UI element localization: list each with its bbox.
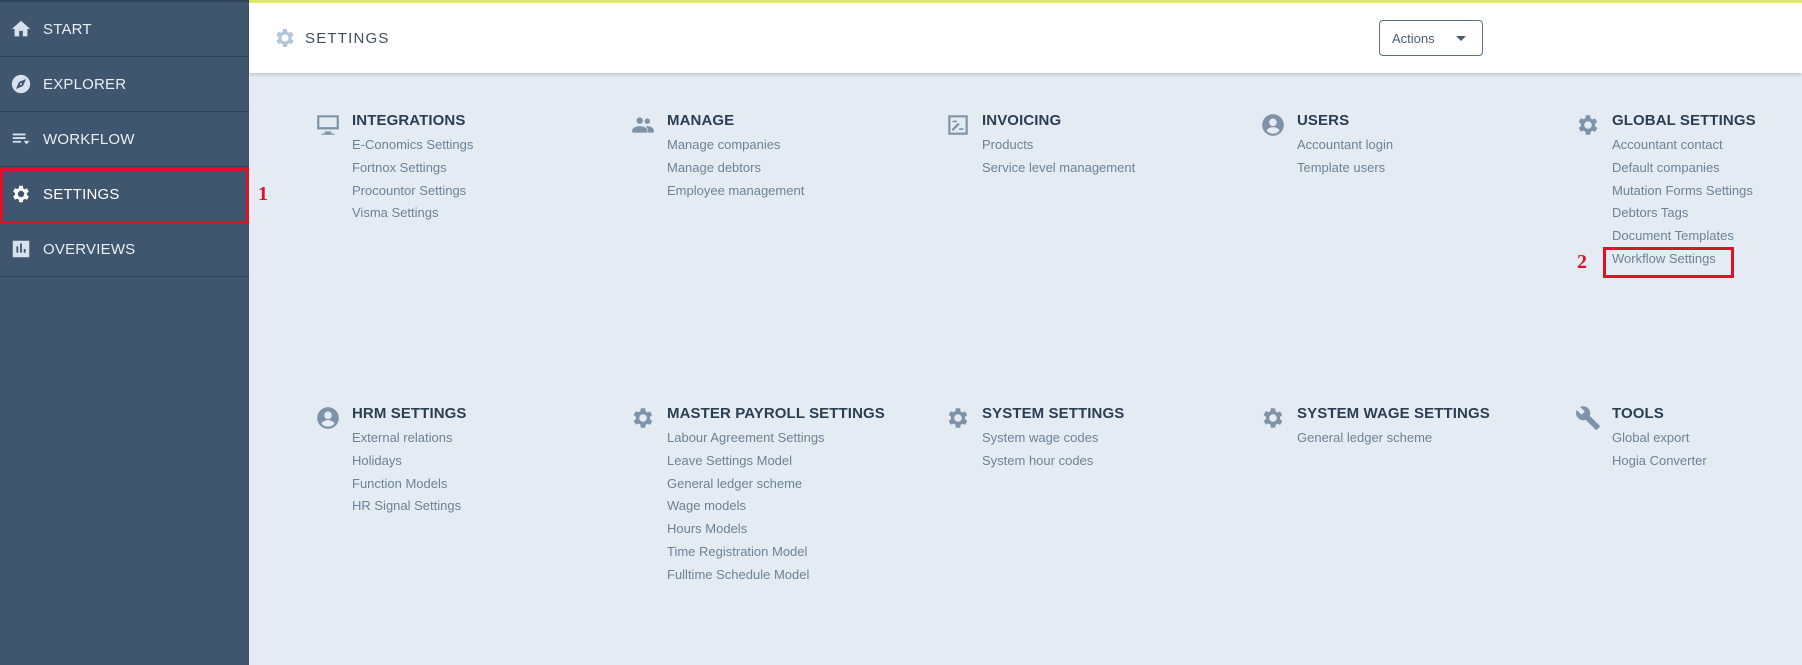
sidebar-item-label: WORKFLOW — [43, 130, 135, 148]
sidebar-item-start[interactable]: START — [0, 2, 249, 57]
link-hours-models[interactable]: Hours Models — [667, 521, 825, 544]
group-title: HRM SETTINGS — [352, 405, 467, 422]
compass-icon — [9, 72, 33, 96]
group-title: SYSTEM SETTINGS — [982, 405, 1125, 422]
link-fortnox-settings[interactable]: Fortnox Settings — [352, 160, 473, 183]
link-leave-settings-model[interactable]: Leave Settings Model — [667, 453, 825, 476]
gear-icon — [629, 404, 657, 432]
link-employee-management[interactable]: Employee management — [667, 183, 804, 206]
sidebar-item-label: SETTINGS — [43, 185, 120, 203]
link-hogia-converter[interactable]: Hogia Converter — [1612, 453, 1707, 476]
group-hrm-settings: HRM SETTINGS External relations Holidays Fu… — [314, 404, 614, 664]
link-system-wage-codes[interactable]: System wage codes — [982, 430, 1098, 453]
group-links: Labour Agreement Settings Leave Settings … — [667, 430, 825, 590]
link-debtors-tags[interactable]: Debtors Tags — [1612, 205, 1753, 228]
sidebar-item-explorer[interactable]: EXPLORER — [0, 57, 249, 112]
link-document-templates[interactable]: Document Templates — [1612, 228, 1753, 251]
page-title-text: SETTINGS — [305, 29, 390, 47]
group-links: Global export Hogia Converter — [1612, 430, 1707, 476]
caret-down-icon — [1456, 36, 1466, 41]
group-users: USERS Accountant login Template users — [1259, 111, 1559, 371]
group-links: Accountant contact Default companies Mutat… — [1612, 137, 1753, 274]
link-global-export[interactable]: Global export — [1612, 430, 1707, 453]
link-visma-settings[interactable]: Visma Settings — [352, 205, 473, 228]
group-title: GLOBAL SETTINGS — [1612, 112, 1756, 129]
link-accountant-contact[interactable]: Accountant contact — [1612, 137, 1753, 160]
chart-icon — [9, 237, 33, 261]
link-manage-debtors[interactable]: Manage debtors — [667, 160, 804, 183]
link-external-relations[interactable]: External relations — [352, 430, 461, 453]
link-fulltime-schedule-model[interactable]: Fulltime Schedule Model — [667, 567, 825, 590]
group-system-wage-settings: SYSTEM WAGE SETTINGS General ledger schem… — [1259, 404, 1559, 664]
link-wage-models[interactable]: Wage models — [667, 498, 825, 521]
gear-icon — [1259, 404, 1287, 432]
group-title: MASTER PAYROLL SETTINGS — [667, 405, 885, 422]
group-title: TOOLS — [1612, 405, 1664, 422]
group-links: System wage codes System hour codes — [982, 430, 1098, 476]
link-general-ledger-scheme[interactable]: General ledger scheme — [667, 476, 825, 499]
home-icon — [9, 17, 33, 41]
page-title: SETTINGS — [273, 26, 390, 50]
group-title: MANAGE — [667, 112, 735, 129]
group-manage: MANAGE Manage companies Manage debtors Empl… — [629, 111, 929, 371]
group-global-settings: GLOBAL SETTINGS Accountant contact Default… — [1574, 111, 1802, 371]
group-invoicing: INVOICING Products Service level managemen… — [944, 111, 1244, 371]
sidebar-item-label: OVERVIEWS — [43, 240, 136, 258]
group-links: Products Service level management — [982, 137, 1135, 183]
link-workflow-settings[interactable]: Workflow Settings — [1612, 251, 1753, 274]
actions-label: Actions — [1392, 30, 1435, 46]
link-system-hour-codes[interactable]: System hour codes — [982, 453, 1098, 476]
link-mutation-forms-settings[interactable]: Mutation Forms Settings — [1612, 183, 1753, 206]
link-time-registration-model[interactable]: Time Registration Model — [667, 544, 825, 567]
people-icon — [629, 111, 657, 139]
sidebar-item-settings[interactable]: SETTINGS — [0, 167, 249, 222]
sidebar-item-label: START — [43, 20, 92, 38]
link-accountant-login[interactable]: Accountant login — [1297, 137, 1393, 160]
group-title: SYSTEM WAGE SETTINGS — [1297, 405, 1490, 422]
group-integrations: INTEGRATIONS E-Conomics Settings Fortnox S… — [314, 111, 614, 371]
sidebar: START EXPLORER WORKFLOW SETTINGS OVERVIE… — [0, 0, 249, 665]
link-products[interactable]: Products — [982, 137, 1135, 160]
gear-icon — [944, 404, 972, 432]
group-title: INTEGRATIONS — [352, 112, 466, 129]
link-holidays[interactable]: Holidays — [352, 453, 461, 476]
list-icon — [9, 127, 33, 151]
link-service-level-management[interactable]: Service level management — [982, 160, 1135, 183]
group-title: INVOICING — [982, 112, 1062, 129]
user-circle-icon — [314, 404, 342, 432]
gear-icon — [9, 182, 33, 206]
link-hr-signal-settings[interactable]: HR Signal Settings — [352, 498, 461, 521]
group-tools: TOOLS Global export Hogia Converter — [1574, 404, 1802, 664]
link-default-companies[interactable]: Default companies — [1612, 160, 1753, 183]
wrench-icon — [1574, 404, 1602, 432]
settings-grid: INTEGRATIONS E-Conomics Settings Fortnox S… — [249, 73, 1802, 665]
gear-icon — [276, 29, 294, 47]
sidebar-item-overviews[interactable]: OVERVIEWS — [0, 222, 249, 277]
group-links: Accountant login Template users — [1297, 137, 1393, 183]
group-system-settings: SYSTEM SETTINGS System wage codes System h… — [944, 404, 1244, 664]
invoice-icon — [944, 111, 972, 139]
link-e-conomics-settings[interactable]: E-Conomics Settings — [352, 137, 473, 160]
group-links: General ledger scheme — [1297, 430, 1432, 453]
page-header: SETTINGS Actions — [249, 0, 1802, 73]
group-links: E-Conomics Settings Fortnox Settings Proco… — [352, 137, 473, 228]
sidebar-item-label: EXPLORER — [43, 75, 127, 93]
link-procountor-settings[interactable]: Procountor Settings — [352, 183, 473, 206]
sidebar-item-workflow[interactable]: WORKFLOW — [0, 112, 249, 167]
link-manage-companies[interactable]: Manage companies — [667, 137, 804, 160]
monitor-icon — [314, 111, 342, 139]
group-links: Manage companies Manage debtors Employee m… — [667, 137, 804, 205]
group-links: External relations Holidays Function Model… — [352, 430, 461, 521]
link-general-ledger-scheme[interactable]: General ledger scheme — [1297, 430, 1432, 453]
group-master-payroll-settings: MASTER PAYROLL SETTINGS Labour Agreement … — [629, 404, 929, 664]
link-template-users[interactable]: Template users — [1297, 160, 1393, 183]
link-function-models[interactable]: Function Models — [352, 476, 461, 499]
actions-dropdown[interactable]: Actions — [1379, 20, 1483, 56]
user-circle-icon — [1259, 111, 1287, 139]
annotation-marker-2: 2 — [1577, 251, 1587, 273]
gear-icon — [1574, 111, 1602, 139]
group-title: USERS — [1297, 112, 1350, 129]
link-labour-agreement-settings[interactable]: Labour Agreement Settings — [667, 430, 825, 453]
